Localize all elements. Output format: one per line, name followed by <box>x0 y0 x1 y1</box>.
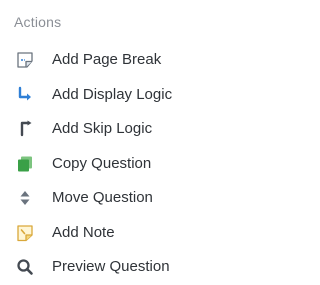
move-question-label: Move Question <box>52 189 153 207</box>
add-display-logic-action[interactable]: Add Display Logic <box>14 78 251 113</box>
add-skip-logic-label: Add Skip Logic <box>52 120 153 138</box>
actions-panel: Actions Add Page Break Add Display Logic <box>0 0 251 285</box>
copy-question-action[interactable]: Copy Question <box>14 147 251 182</box>
add-skip-logic-action[interactable]: Add Skip Logic <box>14 112 251 147</box>
add-display-logic-label: Add Display Logic <box>52 85 173 103</box>
add-note-label: Add Note <box>52 223 115 241</box>
copy-icon <box>14 153 36 175</box>
display-logic-icon <box>14 84 36 106</box>
preview-icon <box>14 256 36 278</box>
preview-question-action[interactable]: Preview Question <box>14 250 251 285</box>
actions-list: Add Page Break Add Display Logic Add Ski… <box>14 43 251 285</box>
copy-question-label: Copy Question <box>52 154 152 172</box>
actions-section-title: Actions <box>14 14 62 30</box>
page-break-icon <box>14 49 36 71</box>
move-icon <box>14 187 36 209</box>
preview-question-label: Preview Question <box>52 258 170 276</box>
note-icon <box>14 222 36 244</box>
add-page-break-label: Add Page Break <box>52 51 162 69</box>
add-page-break-action[interactable]: Add Page Break <box>14 43 251 78</box>
add-note-action[interactable]: Add Note <box>14 216 251 251</box>
skip-logic-icon <box>14 118 36 140</box>
move-question-action[interactable]: Move Question <box>14 181 251 216</box>
